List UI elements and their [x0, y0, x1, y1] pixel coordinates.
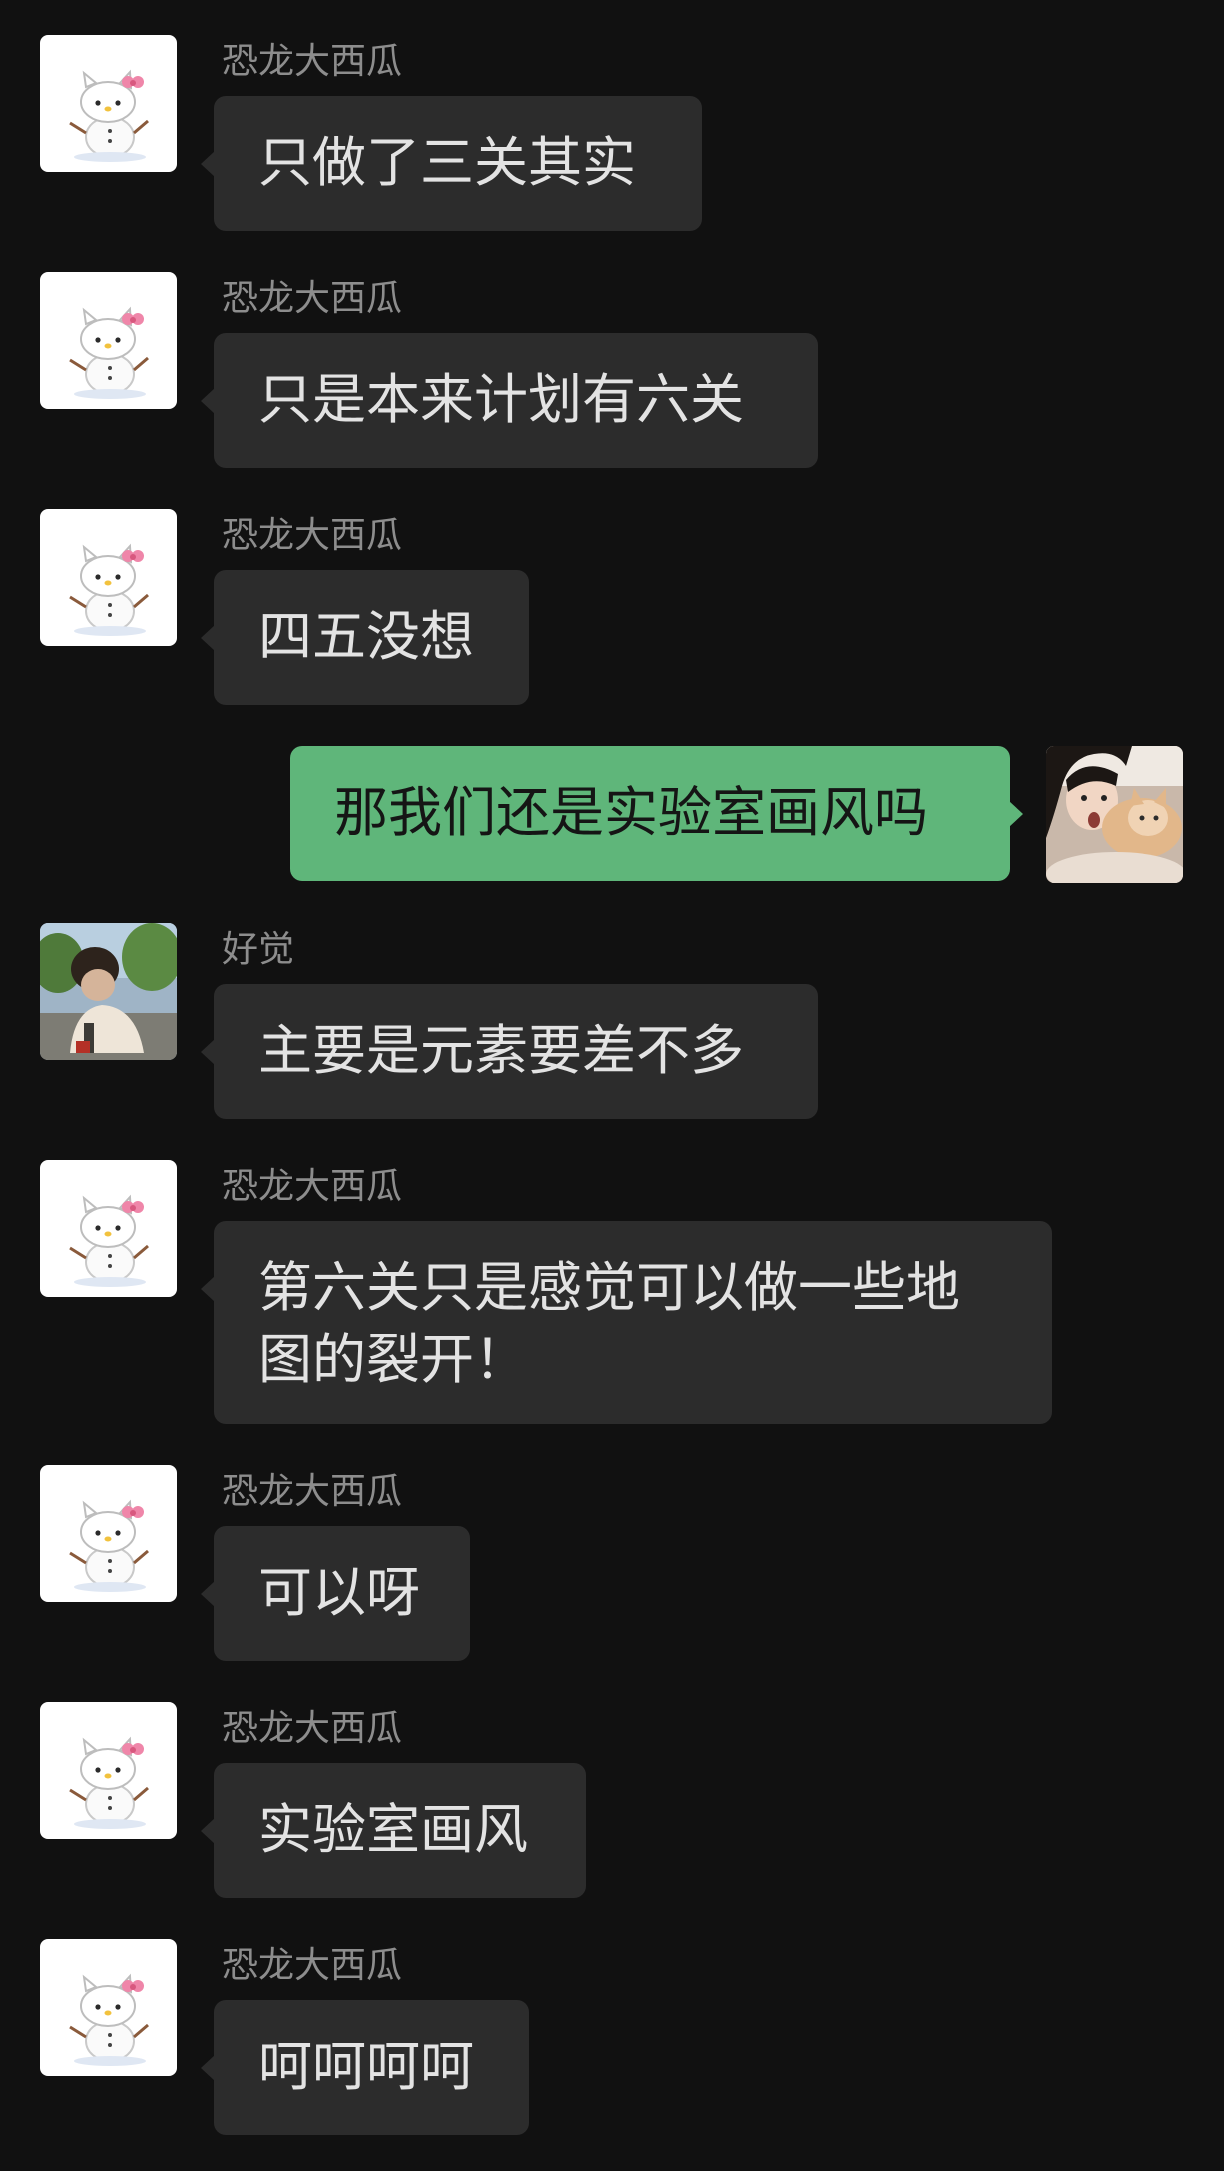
message-row: 恐龙大西瓜 只做了三关其实: [0, 35, 1224, 231]
hello-kitty-snowman-icon: [40, 1160, 177, 1297]
sender-name: 恐龙大西瓜: [222, 1708, 403, 1749]
message-bubble[interactable]: 可以呀: [201, 1526, 470, 1661]
message-bubble[interactable]: 实验室画风: [201, 1763, 586, 1898]
message-bubble[interactable]: 第六关只是感觉可以做一些地 图的裂开！: [201, 1221, 1052, 1424]
message-bubble[interactable]: 主要是元素要差不多: [201, 984, 818, 1119]
hello-kitty-snowman-icon: [40, 1939, 177, 2076]
message-row: 恐龙大西瓜 只是本来计划有六关: [0, 272, 1224, 468]
sender-name: 恐龙大西瓜: [222, 1166, 403, 1207]
message-line: 第六关只是感觉可以做一些地: [258, 1256, 960, 1319]
hello-kitty-snowman-icon: [40, 35, 177, 172]
message-row: 恐龙大西瓜 第六关只是感觉可以做一些地 图的裂开！: [0, 1160, 1224, 1424]
chat-message-list[interactable]: 恐龙大西瓜 只做了三关其实 恐龙大西瓜 只是本来计划有六关 恐龙大西瓜 四五没想…: [0, 0, 1224, 2171]
message-row: 恐龙大西瓜 呵呵呵呵: [0, 1939, 1224, 2135]
hello-kitty-avatar[interactable]: [40, 1160, 177, 1297]
girl-with-cat-icon: [1046, 746, 1183, 883]
message-bubble[interactable]: 四五没想: [201, 570, 529, 705]
message-row: 恐龙大西瓜 实验室画风: [0, 1702, 1224, 1898]
hello-kitty-snowman-icon: [40, 1465, 177, 1602]
message-bubble[interactable]: 只是本来计划有六关: [201, 333, 818, 468]
message-row: 恐龙大西瓜 可以呀: [0, 1465, 1224, 1661]
hello-kitty-snowman-icon: [40, 272, 177, 409]
self-avatar[interactable]: [1046, 746, 1183, 883]
outdoor-photo-icon: [40, 923, 177, 1060]
hello-kitty-avatar[interactable]: [40, 1702, 177, 1839]
sender-name: 恐龙大西瓜: [222, 1471, 403, 1512]
sender-name: 恐龙大西瓜: [222, 41, 403, 82]
message-row-outgoing: 那我们还是实验室画风吗: [0, 746, 1224, 883]
hello-kitty-avatar[interactable]: [40, 272, 177, 409]
message-line: 图的裂开！: [258, 1328, 528, 1391]
sender-name: 恐龙大西瓜: [222, 515, 403, 556]
message-bubble[interactable]: 呵呵呵呵: [201, 2000, 529, 2135]
hello-kitty-avatar[interactable]: [40, 509, 177, 646]
message-bubble-outgoing[interactable]: 那我们还是实验室画风吗: [290, 746, 1023, 881]
hello-kitty-avatar[interactable]: [40, 1465, 177, 1602]
sender-name: 恐龙大西瓜: [222, 278, 403, 319]
hello-kitty-avatar[interactable]: [40, 35, 177, 172]
message-row: 恐龙大西瓜 四五没想: [0, 509, 1224, 705]
message-row: 好觉 主要是元素要差不多: [0, 923, 1224, 1119]
user-photo-avatar[interactable]: [40, 923, 177, 1060]
sender-name: 好觉: [222, 929, 295, 970]
sender-name: 恐龙大西瓜: [222, 1945, 403, 1986]
hello-kitty-snowman-icon: [40, 509, 177, 646]
hello-kitty-avatar[interactable]: [40, 1939, 177, 2076]
hello-kitty-snowman-icon: [40, 1702, 177, 1839]
message-bubble[interactable]: 只做了三关其实: [201, 96, 702, 231]
